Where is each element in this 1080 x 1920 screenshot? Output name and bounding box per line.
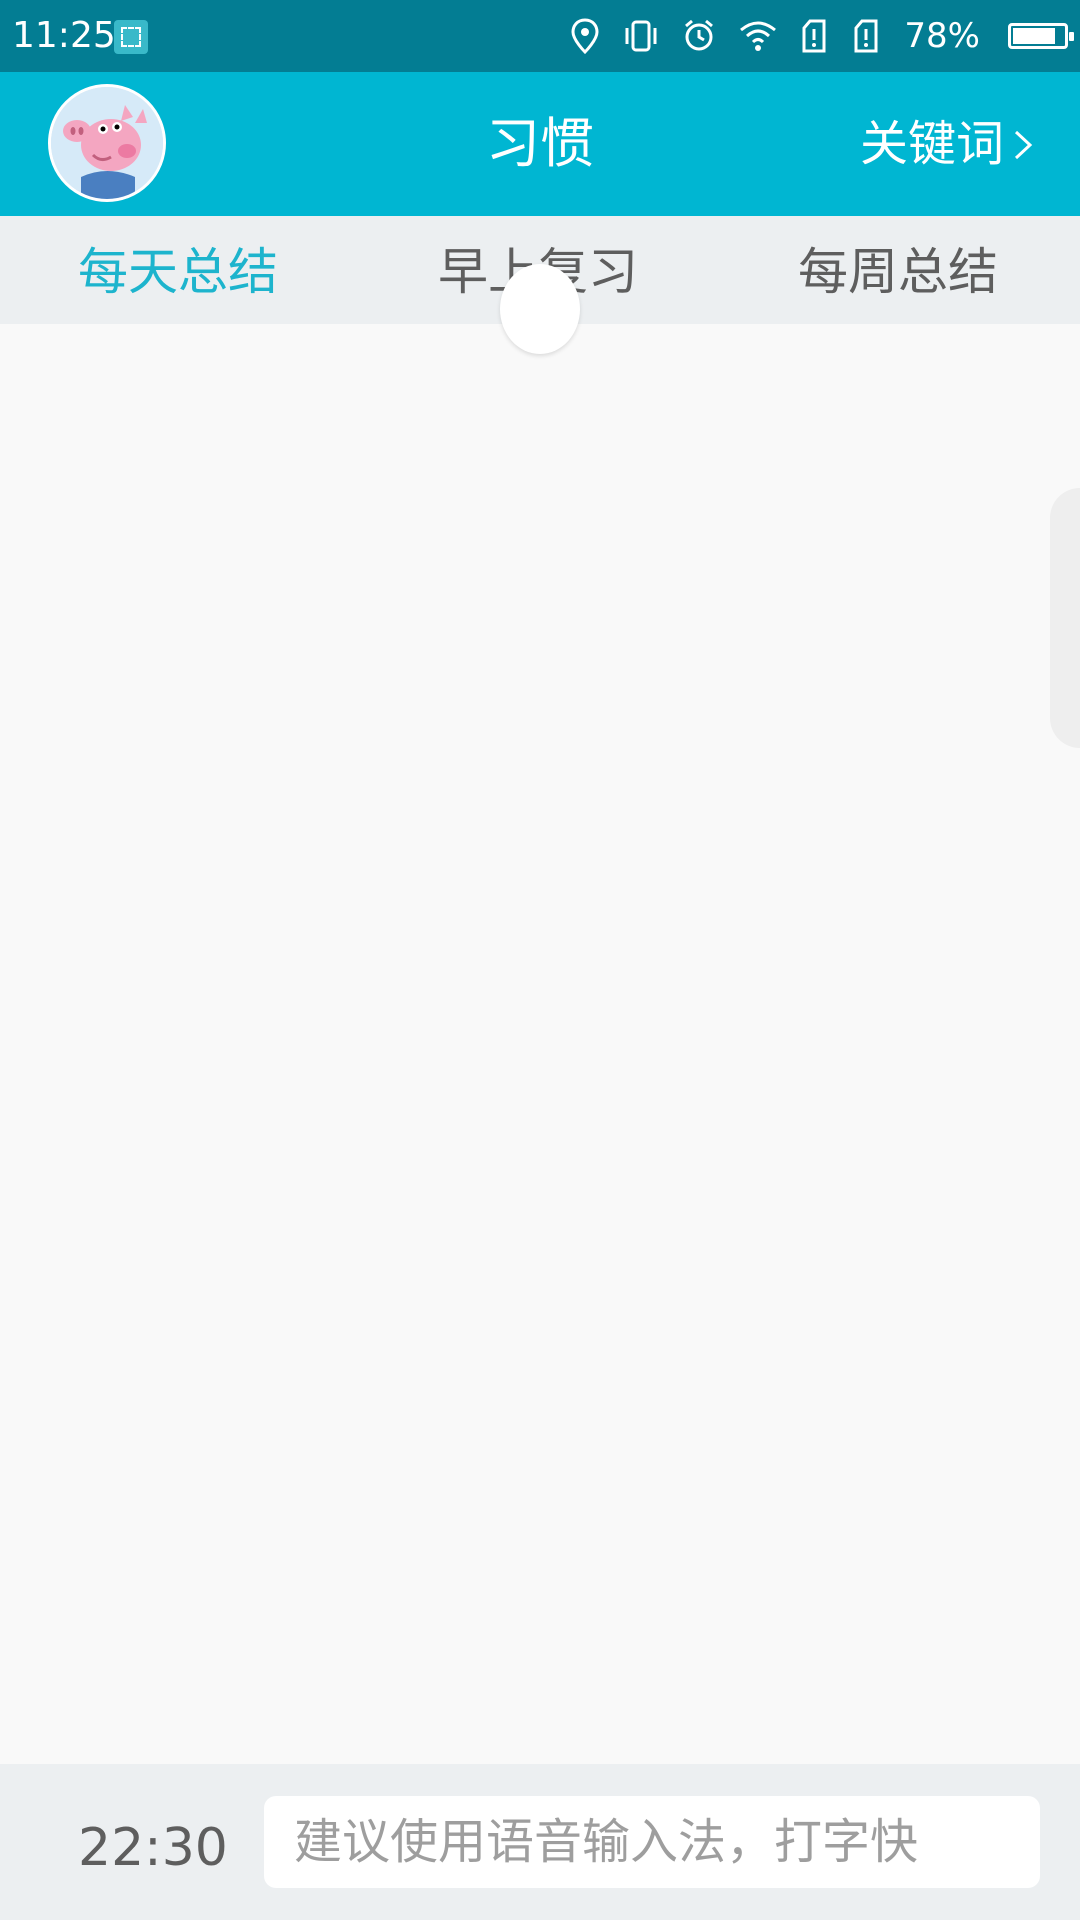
location-icon [571,18,599,54]
status-icons: 78% [570,14,1074,58]
tab-daily-summary[interactable]: 每天总结 [78,242,278,302]
vibrate-icon [625,20,657,52]
bottom-input-bar: 22:30 [0,1764,1080,1920]
tab-weekly-summary[interactable]: 每周总结 [798,242,998,302]
keywords-link[interactable]: 关键词 [860,114,1004,174]
battery-icon [1008,23,1074,49]
screenshot-icon [114,20,148,54]
summary-input[interactable] [264,1796,1040,1888]
reminder-time[interactable]: 22:30 [78,1816,228,1880]
wifi-icon [740,21,777,51]
content-area[interactable] [0,264,1080,1764]
battery-percent: 78% [904,16,980,56]
chevron-right-icon[interactable] [1012,128,1034,162]
battery-fill [1013,28,1056,44]
sim2-icon [854,19,878,53]
status-bar: 11:25 78% [0,0,1080,72]
alarm-icon [685,19,714,51]
pull-refresh-indicator [500,264,580,354]
app-header: 习惯 关键词 [0,72,1080,216]
sim1-icon [802,19,826,53]
side-drawer-handle[interactable] [1050,488,1080,748]
status-time: 11:25 [12,15,116,56]
